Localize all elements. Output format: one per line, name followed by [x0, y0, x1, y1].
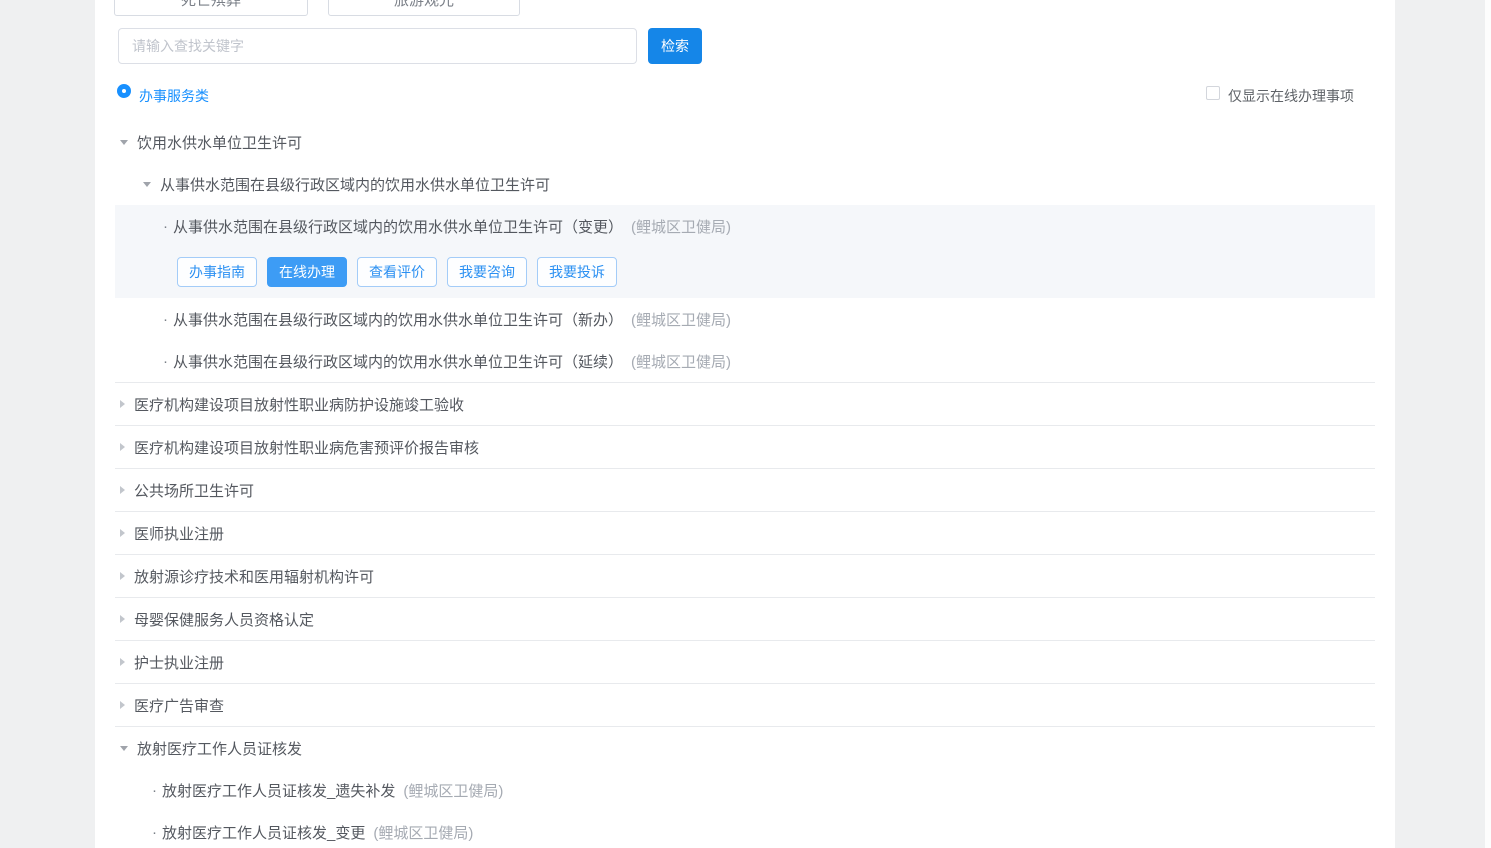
search-input[interactable] [118, 28, 637, 64]
service-item-agency: (鲤城区卫健局) [631, 309, 731, 330]
online-apply-button[interactable]: 在线办理 [267, 257, 347, 287]
selected-service-block: · 从事供水范围在县级行政区域内的饮用水供水单位卫生许可（变更） (鲤城区卫健局) 办… [115, 205, 1375, 298]
scrollbar[interactable] [1485, 0, 1491, 848]
service-item[interactable]: · 放射医疗工作人员证核发_变更 (鲤城区卫健局) [115, 811, 1375, 848]
service-item-agency: (鲤城区卫健局) [373, 822, 473, 843]
content-card: 死亡殡葬 旅游观光 检索 办事服务类 仅显示在线办理事项 饮用水供水单位卫生许可… [95, 0, 1395, 848]
group-label: 放射源诊疗技术和医用辐射机构许可 [134, 566, 374, 587]
bullet-icon: · [163, 353, 168, 370]
bullet-icon: · [163, 311, 168, 328]
caret-right-icon [120, 529, 125, 537]
service-item-title: 从事供水范围在县级行政区域内的饮用水供水单位卫生许可（新办） [173, 309, 623, 330]
group-header[interactable]: 母婴保健服务人员资格认定 [115, 598, 1375, 640]
service-item-title: 放射医疗工作人员证核发_变更 [162, 822, 365, 843]
service-item[interactable]: · 放射医疗工作人员证核发_遗失补发 (鲤城区卫健局) [115, 769, 1375, 811]
subgroup-label: 从事供水范围在县级行政区域内的饮用水供水单位卫生许可 [160, 174, 550, 195]
complaint-button[interactable]: 我要投诉 [537, 257, 617, 287]
group-header[interactable]: 饮用水供水单位卫生许可 [115, 121, 1375, 163]
caret-right-icon [120, 443, 125, 451]
group-label: 医疗广告审查 [134, 695, 224, 716]
caret-right-icon [120, 400, 125, 408]
consult-button[interactable]: 我要咨询 [447, 257, 527, 287]
search-button[interactable]: 检索 [648, 28, 702, 64]
service-tree: 饮用水供水单位卫生许可从事供水范围在县级行政区域内的饮用水供水单位卫生许可 · 从事… [115, 121, 1375, 848]
group-header[interactable]: 公共场所卫生许可 [115, 469, 1375, 511]
caret-down-icon [120, 746, 128, 751]
group-label: 饮用水供水单位卫生许可 [137, 132, 302, 153]
service-group: 母婴保健服务人员资格认定 [115, 598, 1375, 641]
service-item[interactable]: · 从事供水范围在县级行政区域内的饮用水供水单位卫生许可（变更） (鲤城区卫健局) [115, 205, 1375, 248]
bullet-icon: · [152, 782, 157, 799]
caret-right-icon [120, 658, 125, 666]
group-header[interactable]: 医疗机构建设项目放射性职业病防护设施竣工验收 [115, 383, 1375, 425]
service-group: 放射医疗工作人员证核发 · 放射医疗工作人员证核发_遗失补发 (鲤城区卫健局) · 放射医… [115, 727, 1375, 848]
service-group: 护士执业注册 [115, 641, 1375, 684]
category-tab[interactable]: 旅游观光 [328, 0, 520, 16]
service-item-title: 从事供水范围在县级行政区域内的饮用水供水单位卫生许可（延续） [173, 351, 623, 372]
group-label: 医师执业注册 [134, 523, 224, 544]
service-item-agency: (鲤城区卫健局) [631, 351, 731, 372]
bullet-icon: · [163, 218, 168, 235]
group-label: 护士执业注册 [134, 652, 224, 673]
caret-right-icon [120, 572, 125, 580]
category-tab[interactable]: 死亡殡葬 [114, 0, 308, 16]
service-group: 公共场所卫生许可 [115, 469, 1375, 512]
subgroup-header[interactable]: 从事供水范围在县级行政区域内的饮用水供水单位卫生许可 [115, 163, 1375, 205]
service-group: 医师执业注册 [115, 512, 1375, 555]
service-item[interactable]: · 从事供水范围在县级行政区域内的饮用水供水单位卫生许可（新办） (鲤城区卫健局) [115, 298, 1375, 340]
group-header[interactable]: 医师执业注册 [115, 512, 1375, 554]
group-header[interactable]: 护士执业注册 [115, 641, 1375, 683]
service-group: 医疗广告审查 [115, 684, 1375, 727]
caret-right-icon [120, 701, 125, 709]
caret-right-icon [120, 615, 125, 623]
online-only-checkbox-label[interactable]: 仅显示在线办理事项 [1228, 86, 1354, 106]
service-group: 医疗机构建设项目放射性职业病防护设施竣工验收 [115, 383, 1375, 426]
group-header[interactable]: 医疗机构建设项目放射性职业病危害预评价报告审核 [115, 426, 1375, 468]
caret-right-icon [120, 486, 125, 494]
group-label: 公共场所卫生许可 [134, 480, 254, 501]
group-label: 母婴保健服务人员资格认定 [134, 609, 314, 630]
service-item-agency: (鲤城区卫健局) [403, 780, 503, 801]
service-category-radio[interactable] [117, 84, 131, 98]
group-header[interactable]: 医疗广告审查 [115, 684, 1375, 726]
caret-down-icon [143, 182, 151, 187]
service-group: 医疗机构建设项目放射性职业病危害预评价报告审核 [115, 426, 1375, 469]
view-evaluation-button[interactable]: 查看评价 [357, 257, 437, 287]
group-label: 医疗机构建设项目放射性职业病防护设施竣工验收 [134, 394, 464, 415]
action-buttons: 办事指南在线办理查看评价我要咨询我要投诉 [177, 257, 1375, 287]
service-item-title: 从事供水范围在县级行政区域内的饮用水供水单位卫生许可（变更） [173, 216, 623, 237]
caret-down-icon [120, 140, 128, 145]
service-item[interactable]: · 从事供水范围在县级行政区域内的饮用水供水单位卫生许可（延续） (鲤城区卫健局) [115, 340, 1375, 382]
service-category-radio-label[interactable]: 办事服务类 [139, 86, 209, 106]
service-item-title: 放射医疗工作人员证核发_遗失补发 [162, 780, 395, 801]
group-header[interactable]: 放射医疗工作人员证核发 [115, 727, 1375, 769]
guide-button[interactable]: 办事指南 [177, 257, 257, 287]
service-item-agency: (鲤城区卫健局) [631, 216, 731, 237]
group-header[interactable]: 放射源诊疗技术和医用辐射机构许可 [115, 555, 1375, 597]
service-group: 饮用水供水单位卫生许可从事供水范围在县级行政区域内的饮用水供水单位卫生许可 · 从事… [115, 121, 1375, 383]
bullet-icon: · [152, 824, 157, 841]
group-label: 放射医疗工作人员证核发 [137, 738, 302, 759]
group-label: 医疗机构建设项目放射性职业病危害预评价报告审核 [134, 437, 479, 458]
service-group: 放射源诊疗技术和医用辐射机构许可 [115, 555, 1375, 598]
online-only-checkbox[interactable] [1206, 86, 1220, 100]
